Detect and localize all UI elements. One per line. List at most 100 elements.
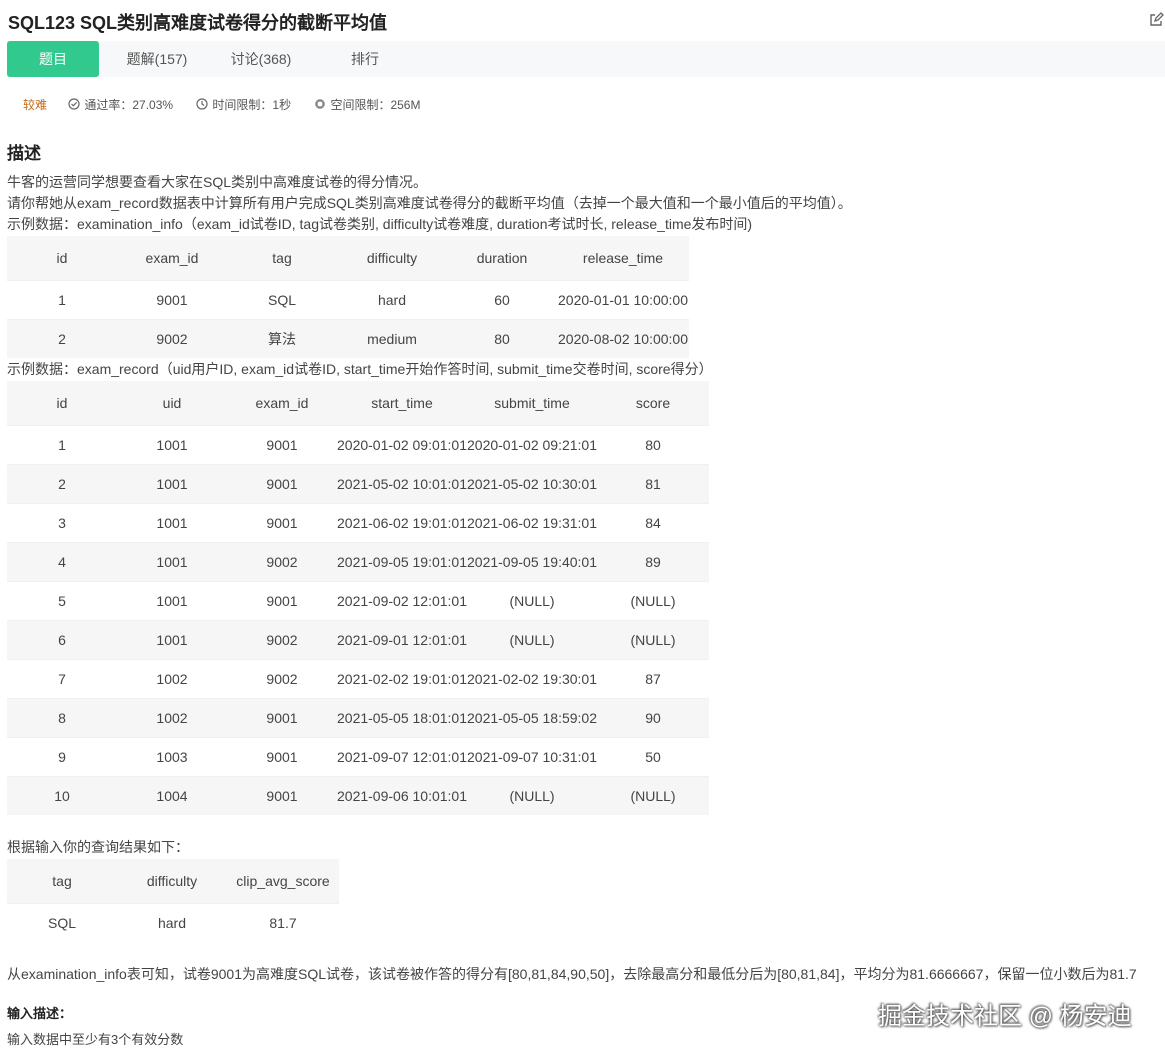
column-header: exam_id [227, 381, 337, 425]
table-cell: 9001 [227, 463, 337, 503]
time-limit-text: 时间限制：1秒 [212, 98, 292, 112]
table-cell: (NULL) [597, 619, 709, 659]
check-circle-icon [68, 98, 80, 110]
table-cell: 80 [447, 318, 557, 358]
description-line-1: 牛客的运营同学想要查看大家在SQL类别中高难度试卷的得分情况。 [7, 174, 428, 190]
edit-icon[interactable] [1148, 12, 1164, 28]
tab-solutions[interactable]: 题解(157) [117, 41, 197, 77]
input-description-label: 输入描述： [7, 1006, 73, 1021]
column-header: difficulty [117, 859, 227, 903]
table-cell: medium [337, 318, 447, 358]
table-cell: 2021-05-02 10:30:01 [467, 463, 597, 503]
table-cell: 2020-01-01 10:00:00 [557, 279, 689, 319]
table-cell: (NULL) [597, 775, 709, 815]
description-line-2: 请你帮她从exam_record数据表中计算所有用户完成SQL类别高难度试卷得分… [7, 195, 852, 211]
tab-problem[interactable]: 题目 [7, 41, 99, 77]
table-cell: 1001 [117, 541, 227, 581]
table-cell: 4 [7, 541, 117, 581]
table-cell: 2021-06-02 19:01:01 [337, 502, 467, 542]
table-row: SQL hard 81.7 [7, 902, 339, 942]
table-row: 8 1002 9001 2021-05-05 18:01:01 2021-05-… [7, 697, 709, 737]
column-header: exam_id [117, 236, 227, 280]
column-header: difficulty [337, 236, 447, 280]
table-cell: 1002 [117, 697, 227, 737]
table-cell: 87 [597, 658, 709, 698]
table-cell: 1004 [117, 775, 227, 815]
table-cell: 9002 [117, 318, 227, 358]
column-header: id [7, 236, 117, 280]
table-cell: 2020-01-02 09:01:01 [337, 424, 467, 464]
table-cell: 9001 [227, 775, 337, 815]
table-cell: (NULL) [597, 580, 709, 620]
table-cell: 84 [597, 502, 709, 542]
column-header: id [7, 381, 117, 425]
column-header: tag [7, 859, 117, 903]
table-row: 4 1001 9002 2021-09-05 19:01:01 2021-09-… [7, 541, 709, 581]
tab-ranking[interactable]: 排行 [325, 41, 405, 77]
clock-icon [196, 98, 209, 110]
table-cell: 2021-09-05 19:01:01 [337, 541, 467, 581]
table-cell: 算法 [227, 318, 337, 358]
title-bar: SQL123 SQL类别高难度试卷得分的截断平均值 [0, 0, 1165, 40]
watermark: 掘金技术社区 @ 杨安迪 [878, 1003, 1132, 1030]
column-header: release_time [557, 236, 689, 280]
input-description-text: 输入数据中至少有3个有效分数 [7, 1032, 184, 1047]
table-cell: 9001 [227, 502, 337, 542]
table-header-row: id exam_id tag difficulty duration relea… [7, 236, 689, 280]
table-cell: 60 [447, 279, 557, 319]
table-row: 3 1001 9001 2021-06-02 19:01:01 2021-06-… [7, 502, 709, 542]
tab-bar: 题目 题解(157) 讨论(368) 排行 [7, 41, 1165, 77]
table-cell: 7 [7, 658, 117, 698]
example-1-caption: 示例数据：examination_info（exam_id试卷ID, tag试卷… [7, 216, 753, 232]
table-row: 10 1004 9001 2021-09-06 10:01:01 (NULL) … [7, 775, 709, 815]
table-row: 6 1001 9002 2021-09-01 12:01:01 (NULL) (… [7, 619, 709, 659]
table-cell: 1001 [117, 502, 227, 542]
table-row: 1 1001 9001 2020-01-02 09:01:01 2020-01-… [7, 424, 709, 464]
table-cell: 2021-05-05 18:01:01 [337, 697, 467, 737]
table-cell: 2020-01-02 09:21:01 [467, 424, 597, 464]
table-cell: 2 [7, 318, 117, 358]
description-heading: 描述 [7, 144, 41, 163]
table-cell: 2021-05-02 10:01:01 [337, 463, 467, 503]
table-cell: 2021-02-02 19:01:01 [337, 658, 467, 698]
column-header: submit_time [467, 381, 597, 425]
table-cell: (NULL) [467, 580, 597, 620]
table-header-row: tag difficulty clip_avg_score [7, 859, 339, 903]
table-cell: 2021-09-07 12:01:01 [337, 736, 467, 776]
exam-record-table: id uid exam_id start_time submit_time sc… [7, 381, 709, 815]
table-cell: 9 [7, 736, 117, 776]
column-header: uid [117, 381, 227, 425]
result-caption: 根据输入你的查询结果如下： [7, 839, 189, 855]
table-cell: 80 [597, 424, 709, 464]
memory-limit-text: 空间限制：256M [330, 98, 421, 112]
table-row: 9 1003 9001 2021-09-07 12:01:01 2021-09-… [7, 736, 709, 776]
table-cell: 2021-09-01 12:01:01 [337, 619, 467, 659]
column-header: tag [227, 236, 337, 280]
page-title: SQL123 SQL类别高难度试卷得分的截断平均值 [8, 13, 388, 33]
table-cell: 9001 [227, 697, 337, 737]
table-cell: (NULL) [467, 619, 597, 659]
table-cell: 1 [7, 424, 117, 464]
pass-rate: 通过率：27.03% [68, 96, 173, 113]
table-cell: SQL [227, 279, 337, 319]
table-cell: 9002 [227, 658, 337, 698]
table-cell: 1002 [117, 658, 227, 698]
difficulty-badge: 较难 [23, 98, 48, 112]
tab-discussion[interactable]: 讨论(368) [221, 41, 301, 77]
memory-limit: 空间限制：256M [314, 96, 420, 113]
table-cell: 9002 [227, 541, 337, 581]
table-cell: 9001 [227, 736, 337, 776]
table-row: 1 9001 SQL hard 60 2020-01-01 10:00:00 [7, 279, 689, 319]
table-cell: 81 [597, 463, 709, 503]
table-cell: hard [117, 902, 227, 942]
table-cell: 9001 [227, 424, 337, 464]
column-header: score [597, 381, 709, 425]
example-2-caption: 示例数据：exam_record（uid用户ID, exam_id试卷ID, s… [7, 361, 713, 377]
table-cell: SQL [7, 902, 117, 942]
table-cell: 1001 [117, 463, 227, 503]
table-cell: 1001 [117, 619, 227, 659]
table-row: 2 9002 算法 medium 80 2020-08-02 10:00:00 [7, 318, 689, 358]
table-row: 5 1001 9001 2021-09-02 12:01:01 (NULL) (… [7, 580, 709, 620]
table-cell: 2020-08-02 10:00:00 [557, 318, 689, 358]
column-header: duration [447, 236, 557, 280]
